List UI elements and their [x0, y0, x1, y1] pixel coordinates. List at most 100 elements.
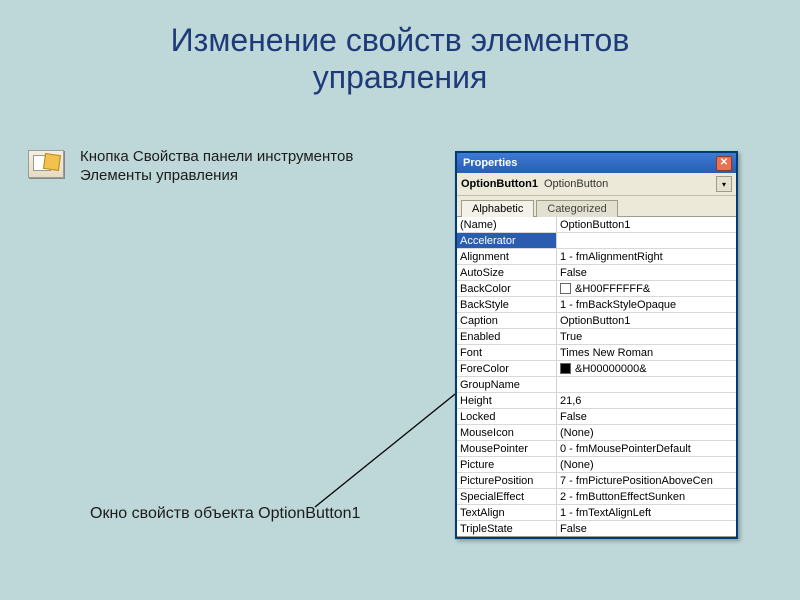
property-value-text: &H00FFFFFF&: [575, 281, 650, 296]
property-value[interactable]: 0 - fmMousePointerDefault: [557, 441, 736, 456]
properties-title: Properties: [463, 157, 517, 169]
property-value[interactable]: 7 - fmPicturePositionAboveCen: [557, 473, 736, 488]
property-name: Locked: [457, 409, 557, 424]
selector-type: OptionButton: [544, 178, 710, 190]
property-value[interactable]: 21,6: [557, 393, 736, 408]
property-value-text: Times New Roman: [560, 345, 653, 360]
property-row[interactable]: BackStyle1 - fmBackStyleOpaque: [457, 297, 736, 313]
property-value-text: False: [560, 521, 587, 536]
property-row[interactable]: MouseIcon(None): [457, 425, 736, 441]
property-row[interactable]: GroupName: [457, 377, 736, 393]
color-swatch: [560, 363, 571, 374]
property-name: (Name): [457, 217, 557, 232]
property-value[interactable]: Times New Roman: [557, 345, 736, 360]
title-line-1: Изменение свойств элементов: [171, 22, 630, 58]
slide-title: Изменение свойств элементов управления: [0, 0, 800, 96]
property-value-text: False: [560, 409, 587, 424]
property-name: Alignment: [457, 249, 557, 264]
property-value[interactable]: 2 - fmButtonEffectSunken: [557, 489, 736, 504]
property-value[interactable]: &H00000000&: [557, 361, 736, 376]
property-name: SpecialEffect: [457, 489, 557, 504]
properties-toolbar-icon: [28, 150, 64, 178]
property-row[interactable]: Picture(None): [457, 457, 736, 473]
property-name: MousePointer: [457, 441, 557, 456]
property-value-text: 0 - fmMousePointerDefault: [560, 441, 691, 456]
property-row[interactable]: PicturePosition7 - fmPicturePositionAbov…: [457, 473, 736, 489]
property-value[interactable]: &H00FFFFFF&: [557, 281, 736, 296]
property-value[interactable]: 1 - fmBackStyleOpaque: [557, 297, 736, 312]
property-name: BackStyle: [457, 297, 557, 312]
property-value-text: 21,6: [560, 393, 581, 408]
tab-alphabetic[interactable]: Alphabetic: [461, 200, 534, 217]
property-value-text: (None): [560, 457, 594, 472]
property-name: Height: [457, 393, 557, 408]
property-row[interactable]: Alignment1 - fmAlignmentRight: [457, 249, 736, 265]
property-name: BackColor: [457, 281, 557, 296]
toolbar-description: Кнопка Свойства панели инструментов Элем…: [80, 148, 380, 186]
property-value-text: 7 - fmPicturePositionAboveCen: [560, 473, 713, 488]
property-name: Caption: [457, 313, 557, 328]
property-value-text: False: [560, 265, 587, 280]
property-name: ForeColor: [457, 361, 557, 376]
property-name: Picture: [457, 457, 557, 472]
property-value[interactable]: 1 - fmTextAlignLeft: [557, 505, 736, 520]
tab-categorized[interactable]: Categorized: [536, 200, 617, 217]
property-name: TextAlign: [457, 505, 557, 520]
property-value-text: OptionButton1: [560, 217, 630, 232]
property-value-text: (None): [560, 425, 594, 440]
property-value[interactable]: (None): [557, 425, 736, 440]
property-value-text: &H00000000&: [575, 361, 647, 376]
property-row[interactable]: (Name)OptionButton1: [457, 217, 736, 233]
property-value[interactable]: False: [557, 265, 736, 280]
properties-grid: (Name)OptionButton1AcceleratorAlignment1…: [457, 216, 736, 537]
property-row[interactable]: Accelerator: [457, 233, 736, 249]
close-button[interactable]: ✕: [716, 156, 732, 171]
property-row[interactable]: Height21,6: [457, 393, 736, 409]
property-value[interactable]: (None): [557, 457, 736, 472]
property-name: MouseIcon: [457, 425, 557, 440]
property-name: GroupName: [457, 377, 557, 392]
property-name: PicturePosition: [457, 473, 557, 488]
property-value-text: OptionButton1: [560, 313, 630, 328]
property-row[interactable]: TripleStateFalse: [457, 521, 736, 537]
property-value-text: 1 - fmBackStyleOpaque: [560, 297, 676, 312]
object-selector[interactable]: OptionButton1 OptionButton ▾: [457, 173, 736, 196]
property-value-text: True: [560, 329, 582, 344]
close-icon: ✕: [720, 157, 728, 168]
property-value[interactable]: OptionButton1: [557, 217, 736, 232]
property-value[interactable]: 1 - fmAlignmentRight: [557, 249, 736, 264]
property-value-text: 1 - fmAlignmentRight: [560, 249, 663, 264]
property-value[interactable]: False: [557, 521, 736, 536]
property-row[interactable]: ForeColor&H00000000&: [457, 361, 736, 377]
properties-window: Properties ✕ OptionButton1 OptionButton …: [455, 151, 738, 539]
property-value[interactable]: OptionButton1: [557, 313, 736, 328]
property-row[interactable]: CaptionOptionButton1: [457, 313, 736, 329]
property-name: Font: [457, 345, 557, 360]
property-row[interactable]: AutoSizeFalse: [457, 265, 736, 281]
property-row[interactable]: TextAlign1 - fmTextAlignLeft: [457, 505, 736, 521]
property-value[interactable]: True: [557, 329, 736, 344]
color-swatch: [560, 283, 571, 294]
selector-dropdown-button[interactable]: ▾: [716, 176, 732, 192]
properties-titlebar[interactable]: Properties ✕: [457, 153, 736, 173]
property-row[interactable]: EnabledTrue: [457, 329, 736, 345]
property-name: Enabled: [457, 329, 557, 344]
property-value[interactable]: [557, 377, 736, 392]
property-value[interactable]: [557, 233, 736, 248]
property-row[interactable]: FontTimes New Roman: [457, 345, 736, 361]
property-name: TripleState: [457, 521, 557, 536]
property-name: AutoSize: [457, 265, 557, 280]
property-row[interactable]: SpecialEffect2 - fmButtonEffectSunken: [457, 489, 736, 505]
tabs-row: Alphabetic Categorized: [457, 196, 736, 216]
chevron-down-icon: ▾: [722, 180, 726, 189]
property-row[interactable]: LockedFalse: [457, 409, 736, 425]
selector-name: OptionButton1: [461, 178, 538, 190]
property-value-text: 1 - fmTextAlignLeft: [560, 505, 651, 520]
property-row[interactable]: BackColor&H00FFFFFF&: [457, 281, 736, 297]
title-line-2: управления: [313, 59, 488, 95]
caption-label: Окно свойств объекта OptionButton1: [90, 505, 360, 523]
property-name: Accelerator: [457, 233, 557, 248]
property-row[interactable]: MousePointer0 - fmMousePointerDefault: [457, 441, 736, 457]
property-value[interactable]: False: [557, 409, 736, 424]
property-value-text: 2 - fmButtonEffectSunken: [560, 489, 685, 504]
